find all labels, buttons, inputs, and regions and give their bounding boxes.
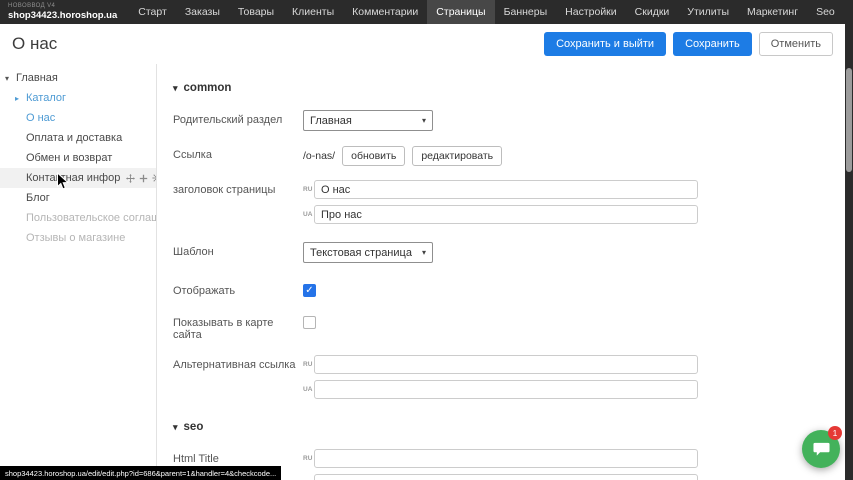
html-title-ru-input[interactable] [314, 449, 698, 468]
tree-item-label: Каталог [26, 92, 66, 104]
template-select[interactable]: Текстовая страница ▾ [303, 242, 433, 263]
template-row: Шаблон Текстовая страница ▾ [173, 242, 831, 263]
template-label: Шаблон [173, 242, 303, 263]
page-title-ru-input[interactable] [314, 180, 698, 199]
logo[interactable]: НОВОВВОД V4 shop34423.horoshop.ua [0, 3, 129, 21]
sidebar-item-oplata-i-dostavka[interactable]: Оплата и доставка [0, 128, 156, 148]
page-title-ua-input[interactable] [314, 205, 698, 224]
sidebar-item-obmen-i-vozvrat[interactable]: Обмен и возврат [0, 148, 156, 168]
alt-link-ua-input[interactable] [314, 380, 698, 399]
caret-down-icon[interactable]: ▾ [5, 74, 16, 83]
section-common-toggle[interactable]: ▾ common [173, 82, 831, 94]
pages-tree-sidebar: ▾ Главная ▸ Каталог О нас Оплата и доста… [0, 64, 157, 480]
menu-kommentarii[interactable]: Комментарии [343, 0, 427, 24]
admin-window: НОВОВВОД V4 shop34423.horoshop.ua Старт … [0, 0, 853, 480]
parent-section-select[interactable]: Главная ▾ [303, 110, 433, 131]
sidebar-item-polzovatelskoe-soglashenie[interactable]: Пользовательское соглашение [0, 208, 156, 228]
lang-tag-ru: RU [303, 361, 314, 368]
lang-tag-ru: RU [303, 455, 314, 462]
link-label: Ссылка [173, 145, 303, 166]
cancel-button[interactable]: Отменить [759, 32, 833, 56]
section-seo-title: seo [184, 421, 204, 433]
logo-version: НОВОВВОД V4 [8, 3, 117, 9]
section-common-title: common [184, 82, 232, 94]
menu-zakazy[interactable]: Заказы [176, 0, 229, 24]
link-preview-statusbar: shop34423.horoshop.ua/edit/edit.php?id=6… [0, 466, 281, 480]
chat-bubble-icon [813, 441, 830, 457]
parent-section-row: Родительский раздел Главная ▾ [173, 110, 831, 131]
menu-seo[interactable]: Seo [807, 0, 844, 24]
section-seo-toggle[interactable]: ▾ seo [173, 421, 831, 433]
caret-right-icon[interactable]: ▸ [15, 94, 26, 103]
sidebar-item-katalog[interactable]: ▸ Каталог [0, 88, 156, 108]
save-button[interactable]: Сохранить [673, 32, 752, 56]
parent-section-label: Родительский раздел [173, 110, 303, 131]
sidebar-item-otzyvy-o-magazine[interactable]: Отзывы о магазине [0, 228, 156, 248]
select-value: Текстовая страница [310, 247, 412, 259]
chevron-down-icon: ▾ [422, 116, 426, 125]
menu-stranicy[interactable]: Страницы [427, 0, 494, 24]
scrollbar-thumb[interactable] [846, 68, 852, 172]
page-url-value: /o-nas/ [303, 150, 335, 162]
sidebar-item-blog[interactable]: Блог [0, 188, 156, 208]
menu-utility[interactable]: Утилиты [678, 0, 738, 24]
save-and-exit-button[interactable]: Сохранить и выйти [544, 32, 666, 56]
sidebar-item-glavnaya[interactable]: ▾ Главная [0, 68, 156, 88]
lang-tag-ru: RU [303, 186, 314, 193]
edit-link-button[interactable]: редактировать [412, 146, 502, 166]
page-title: О нас [12, 34, 57, 54]
menu-tovary[interactable]: Товары [229, 0, 283, 24]
main-menu: Старт Заказы Товары Клиенты Комментарии … [129, 0, 853, 24]
menu-otchety[interactable]: Отчеты [844, 0, 853, 24]
sitemap-label: Показывать в карте сайта [173, 313, 303, 341]
status-url: shop34423.horoshop.ua/edit/edit.php?id=6… [5, 469, 276, 478]
display-row: Отображать [173, 281, 831, 297]
select-value: Главная [310, 115, 352, 127]
display-checkbox[interactable] [303, 284, 316, 297]
menu-klienty[interactable]: Клиенты [283, 0, 343, 24]
sitemap-row: Показывать в карте сайта [173, 313, 831, 341]
link-row: Ссылка /o-nas/ обновить редактировать [173, 145, 831, 166]
menu-nastroyki[interactable]: Настройки [556, 0, 626, 24]
alt-link-ru-input[interactable] [314, 355, 698, 374]
menu-marketing[interactable]: Маркетинг [738, 0, 807, 24]
drag-icon[interactable] [126, 174, 135, 183]
menu-bannery[interactable]: Баннеры [495, 0, 557, 24]
refresh-link-button[interactable]: обновить [342, 146, 405, 166]
topbar: НОВОВВОД V4 shop34423.horoshop.ua Старт … [0, 0, 853, 24]
html-title-label: Html Title [173, 453, 303, 465]
tree-item-label: Контактная инфор [26, 172, 120, 184]
add-page-icon[interactable] [139, 174, 148, 183]
page-edit-form: ▾ common Родительский раздел Главная ▾ С… [157, 64, 845, 480]
tree-item-label: Отзывы о магазине [26, 232, 125, 244]
html-title-ua-input[interactable] [314, 474, 698, 480]
chat-notification-badge: 1 [828, 426, 842, 440]
tree-item-label: Обмен и возврат [26, 152, 112, 164]
page-header: О нас Сохранить и выйти Сохранить Отмени… [0, 24, 845, 64]
caret-down-icon: ▾ [173, 422, 178, 433]
tree-item-label: Главная [16, 72, 58, 84]
caret-down-icon: ▾ [173, 83, 178, 94]
alt-link-row: Альтернативная ссылка RU UA [173, 355, 831, 399]
chat-widget-button[interactable]: 1 [802, 430, 840, 468]
menu-start[interactable]: Старт [129, 0, 176, 24]
display-label: Отображать [173, 281, 303, 297]
logo-domain: shop34423.horoshop.ua [8, 11, 117, 21]
sitemap-checkbox[interactable] [303, 316, 316, 329]
tree-item-label: О нас [26, 112, 55, 124]
page-title-row: заголовок страницы RU UA [173, 180, 831, 224]
lang-tag-ua: UA [303, 211, 314, 218]
chevron-down-icon: ▾ [422, 248, 426, 257]
scrollbar-track[interactable] [845, 0, 853, 480]
sidebar-item-kontaktnaya-infor[interactable]: Контактная инфор [0, 168, 156, 188]
menu-skidki[interactable]: Скидки [626, 0, 679, 24]
alt-link-label: Альтернативная ссылка [173, 355, 303, 399]
gear-icon[interactable] [152, 173, 156, 183]
sidebar-item-o-nas[interactable]: О нас [0, 108, 156, 128]
tree-item-label: Блог [26, 192, 50, 204]
tree-item-label: Оплата и доставка [26, 132, 122, 144]
lang-tag-ua: UA [303, 386, 314, 393]
tree-item-label: Пользовательское соглашение [26, 212, 156, 224]
page-title-label: заголовок страницы [173, 180, 303, 224]
